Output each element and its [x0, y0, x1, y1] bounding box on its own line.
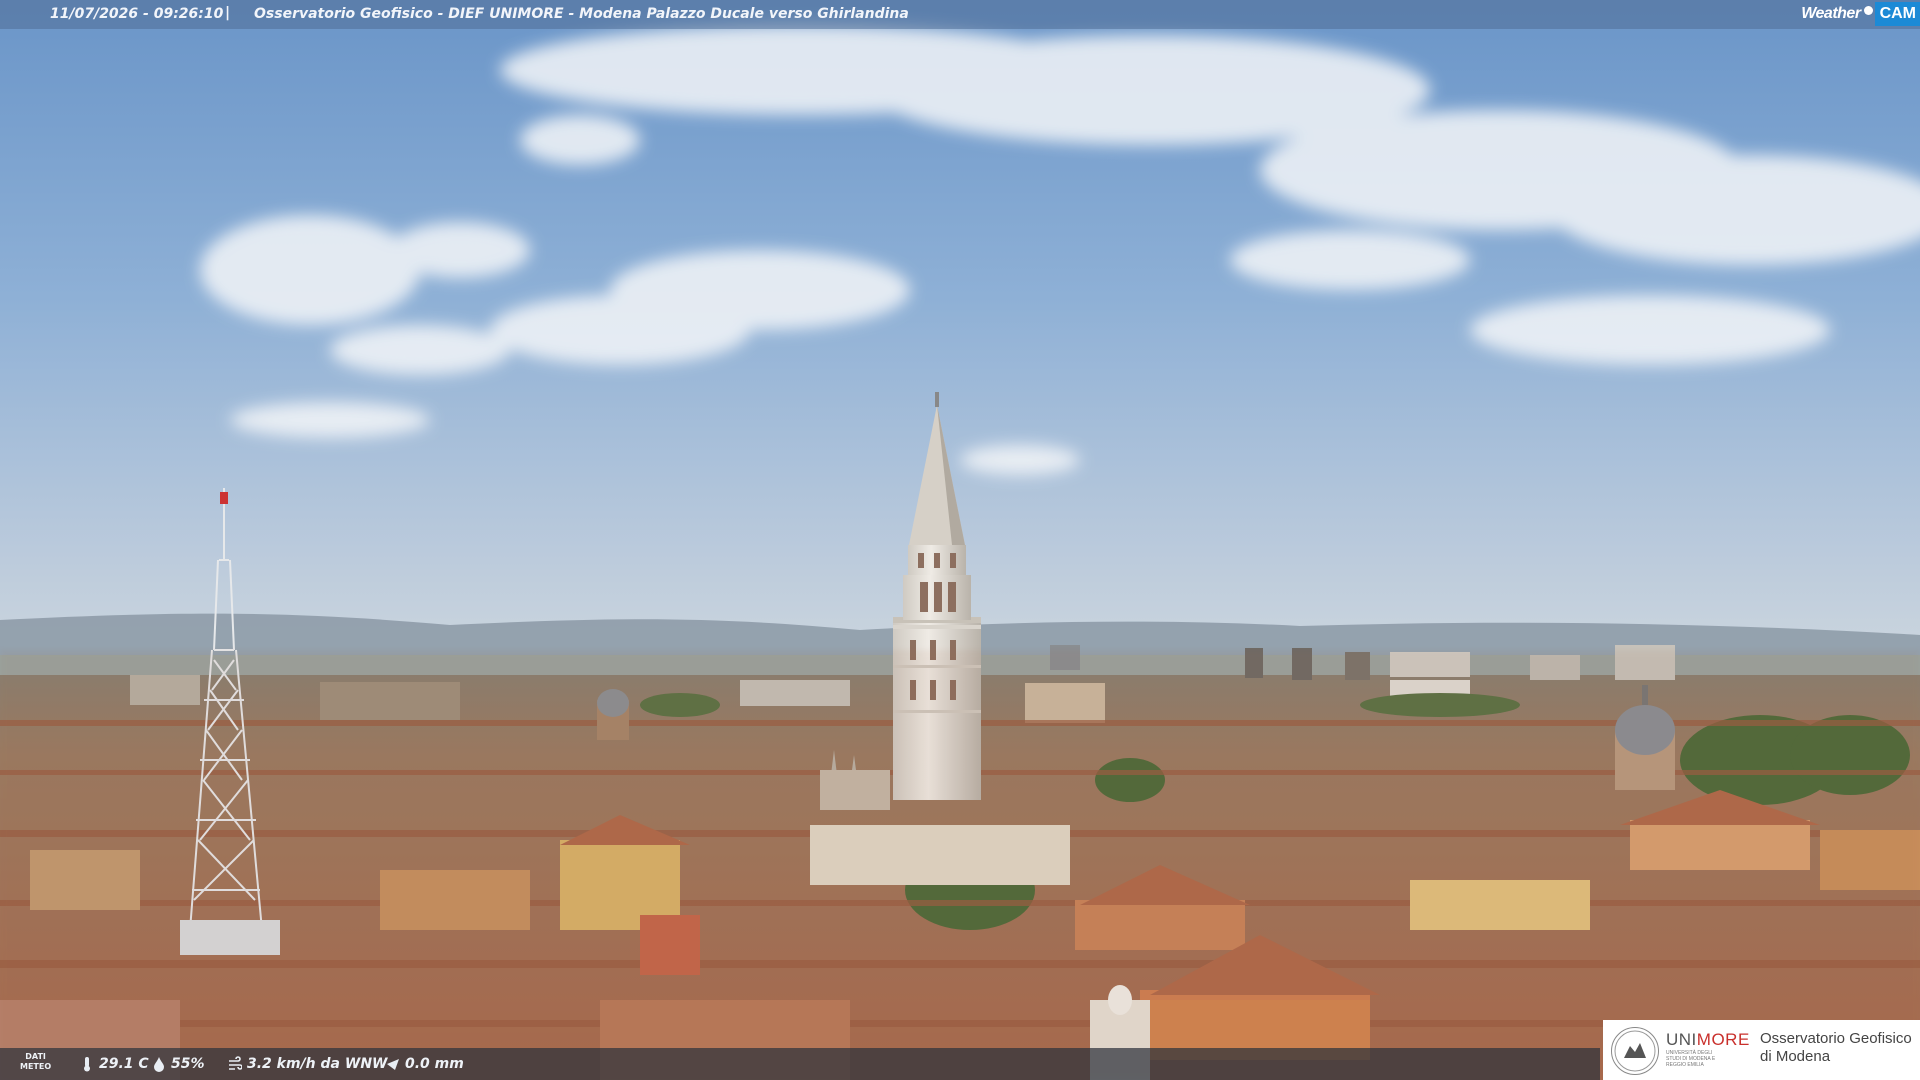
- weathercam-logo: Weather CAM: [1801, 1, 1920, 27]
- timestamp: 11/07/2026 - 09:26:10: [50, 6, 224, 22]
- antenna-beacon: [220, 492, 228, 504]
- weathercam-logo-text: Weather: [1801, 5, 1861, 22]
- unimore-wordmark: UNIMORE: [1666, 1030, 1750, 1049]
- humidity-icon: [154, 1057, 164, 1072]
- webcam-title-bar: 11/07/2026 - 09:26:10 | Osservatorio Geo…: [0, 0, 1920, 29]
- wind-value: 3.2 km/h da WNW: [247, 1056, 388, 1072]
- rain-value: 0.0 mm: [405, 1056, 464, 1072]
- university-seal-icon: [1611, 1027, 1659, 1075]
- separator: |: [225, 5, 231, 21]
- wind-reading: 3.2 km/h da WNW: [228, 1056, 387, 1072]
- weather-data-label: DATI METEO: [20, 1052, 52, 1071]
- webcam-photo: [0, 0, 1920, 1080]
- weathercam-logo-cam: CAM: [1874, 2, 1920, 26]
- wind-icon: [229, 1056, 242, 1070]
- unimore-logo: UNIMORE UNIVERSITÀ DEGLI STUDI DI MODENA…: [1603, 1020, 1920, 1080]
- temperature-reading: 29.1 C: [80, 1056, 149, 1072]
- observatory-name: Osservatorio Geofisico di Modena: [1760, 1030, 1912, 1065]
- unimore-subtitle: UNIVERSITÀ DEGLI STUDI DI MODENA E REGGI…: [1666, 1050, 1716, 1068]
- humidity-value: 55%: [171, 1056, 205, 1072]
- thermometer-icon: [84, 1057, 90, 1072]
- rain-icon: [387, 1059, 399, 1070]
- weathercam-logo-dot: [1863, 5, 1873, 15]
- weather-data-bar: DATI METEO 29.1 C 55% 3.2 km/h da WNW 0.…: [0, 1048, 1600, 1080]
- rain-reading: 0.0 mm: [386, 1056, 464, 1072]
- camera-title: Osservatorio Geofisico - DIEF UNIMORE - …: [254, 6, 909, 22]
- temperature-value: 29.1 C: [99, 1056, 149, 1072]
- humidity-reading: 55%: [152, 1056, 205, 1072]
